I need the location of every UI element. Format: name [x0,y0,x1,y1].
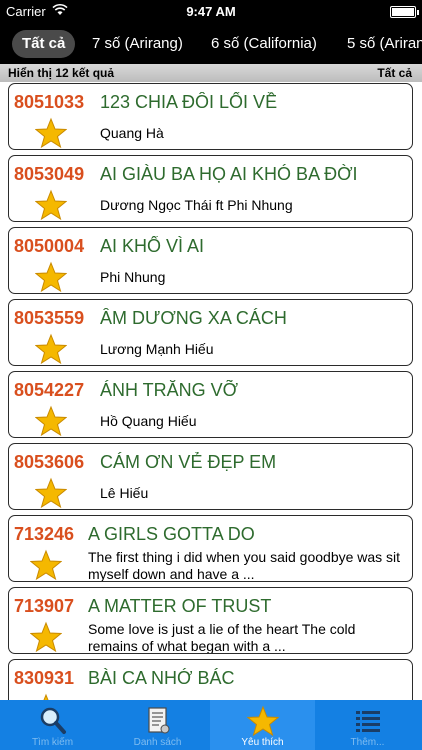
star-icon [247,705,279,737]
bottom-tab-label: Thêm... [350,737,385,748]
song-title: ÂM DƯƠNG XA CÁCH [100,308,287,328]
song-item[interactable]: 8053606 CÁM ƠN VẺ ĐẸP EM Lê Hiếu [8,443,413,510]
magnifier-icon [40,707,66,734]
favorite-star-icon[interactable] [35,477,67,509]
bottom-tab-bar: Tìm kiếm Danh sách Yêu thích Thêm... [0,700,422,750]
result-count: Hiển thị 12 kết quả [8,66,115,80]
song-item[interactable]: 8051033 123 CHIA ĐÔI LỐI VỀ Quang Hà [8,83,413,150]
bottom-tab-search[interactable]: Tìm kiếm [0,700,105,750]
song-item[interactable]: 8054227 ÁNH TRĂNG VỠ Hồ Quang Hiếu [8,371,413,438]
bottom-tab-favorites[interactable]: Yêu thích [210,700,315,750]
song-artist: Dương Ngọc Thái ft Phi Nhung [100,197,293,213]
song-code: 713246 [14,524,75,544]
bottom-tab-label: Yêu thích [241,737,284,748]
song-artist: Hồ Quang Hiếu [100,413,197,429]
battery-icon [390,6,419,18]
favorite-star-icon[interactable] [35,261,67,293]
category-tabs: Tất cả 7 số (Arirang) 6 số (California) … [0,24,422,64]
tab-6-digit-california[interactable]: 6 số (California) [201,30,327,58]
song-artist: Phi Nhung [100,269,166,285]
song-artist: Lương Mạnh Hiếu [100,341,214,357]
favorite-star-icon[interactable] [30,621,62,653]
song-title: 123 CHIA ĐÔI LỐI VỀ [100,92,278,112]
song-code: 830931 [14,668,75,688]
song-lyrics-preview: The first thing i did when you said good… [88,549,401,582]
document-list-icon [148,707,170,734]
song-code: 8053606 [14,452,85,472]
favorite-star-icon[interactable] [35,333,67,365]
song-code: 8050004 [14,236,85,256]
favorite-star-icon[interactable] [35,117,67,149]
song-code: 8054227 [14,380,85,400]
results-info-bar: Hiển thị 12 kết quả Tất cả [0,64,422,82]
song-item[interactable]: 713907 A MATTER OF TRUST Some love is ju… [8,587,413,654]
song-code: 8053049 [14,164,85,184]
song-code: 8053559 [14,308,85,328]
song-item[interactable]: 713246 A GIRLS GOTTA DO The first thing … [8,515,413,582]
song-title: A GIRLS GOTTA DO [88,524,255,544]
favorite-star-icon[interactable] [35,405,67,437]
song-item[interactable]: 830931 BÀI CA NHỚ BÁC [8,659,413,700]
favorite-star-icon[interactable] [30,693,62,700]
song-title: BÀI CA NHỚ BÁC [88,668,235,688]
bottom-tab-more[interactable]: Thêm... [315,700,420,750]
song-artist: Lê Hiếu [100,485,149,501]
favorite-star-icon[interactable] [35,189,67,221]
song-item[interactable]: 8053559 ÂM DƯƠNG XA CÁCH Lương Mạnh Hiếu [8,299,413,366]
song-title: AI GIÀU BA HỌ AI KHÓ BA ĐỜI [100,164,358,184]
bottom-tab-list[interactable]: Danh sách [105,700,210,750]
filter-label[interactable]: Tất cả [377,66,412,80]
song-item[interactable]: 8053049 AI GIÀU BA HỌ AI KHÓ BA ĐỜI Dươn… [8,155,413,222]
tab-7-digit-arirang[interactable]: 7 số (Arirang) [82,30,193,58]
song-list[interactable]: 8051033 123 CHIA ĐÔI LỐI VỀ Quang Hà 805… [0,82,422,700]
more-list-icon [356,711,380,732]
song-title: CÁM ƠN VẺ ĐẸP EM [100,452,277,472]
song-title: AI KHỔ VÌ AI [100,236,205,256]
song-title: A MATTER OF TRUST [88,596,272,616]
tab-5-digit-arirang[interactable]: 5 số (Arirang) [337,30,422,58]
song-code: 713907 [14,596,75,616]
song-artist: Quang Hà [100,125,164,141]
song-item[interactable]: 8050004 AI KHỔ VÌ AI Phi Nhung [8,227,413,294]
bottom-tab-label: Tìm kiếm [31,737,74,748]
song-title: ÁNH TRĂNG VỠ [100,380,239,400]
tab-all[interactable]: Tất cả [12,30,76,58]
status-bar: Carrier 9:47 AM [0,0,422,24]
song-lyrics-preview: Some love is just a lie of the heart The… [88,621,356,654]
bottom-tab-label: Danh sách [133,737,182,748]
favorite-star-icon[interactable] [30,549,62,581]
song-code: 8051033 [14,92,85,112]
clock: 9:47 AM [186,4,236,19]
